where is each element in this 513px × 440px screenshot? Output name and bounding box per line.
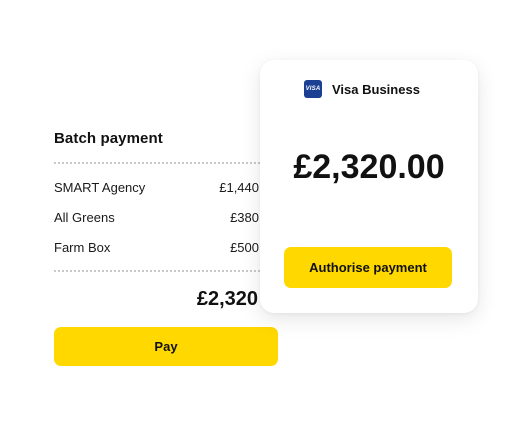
batch-total: £2,320 bbox=[196, 288, 258, 310]
payee-amount: £1,440 bbox=[219, 180, 259, 195]
authorise-payment-button[interactable]: Authorise payment bbox=[284, 247, 452, 288]
authorise-amount: £2,320.00 bbox=[293, 148, 445, 186]
visa-icon: VISA bbox=[304, 80, 322, 98]
card-header: VISA Visa Business bbox=[304, 80, 420, 98]
batch-payment-card: Batch payment SMART Agency £1,440 All Gr… bbox=[38, 100, 294, 385]
payment-row: Farm Box £500 bbox=[54, 240, 259, 258]
payment-row: All Greens £380 bbox=[54, 210, 259, 228]
dotted-divider-top bbox=[54, 162, 264, 164]
payee-amount: £500 bbox=[230, 240, 259, 255]
payee-name: All Greens bbox=[54, 210, 115, 225]
payment-illustration: Batch payment SMART Agency £1,440 All Gr… bbox=[0, 0, 513, 440]
batch-payment-title: Batch payment bbox=[54, 130, 163, 147]
authorise-card: VISA Visa Business £2,320.00 Authorise p… bbox=[260, 60, 478, 313]
pay-button[interactable]: Pay bbox=[54, 327, 278, 366]
payee-name: Farm Box bbox=[54, 240, 111, 255]
dotted-divider-bottom bbox=[54, 270, 264, 272]
payment-row: SMART Agency £1,440 bbox=[54, 180, 259, 198]
payee-name: SMART Agency bbox=[54, 180, 146, 195]
payee-amount: £380 bbox=[230, 210, 259, 225]
card-name: Visa Business bbox=[332, 81, 420, 97]
